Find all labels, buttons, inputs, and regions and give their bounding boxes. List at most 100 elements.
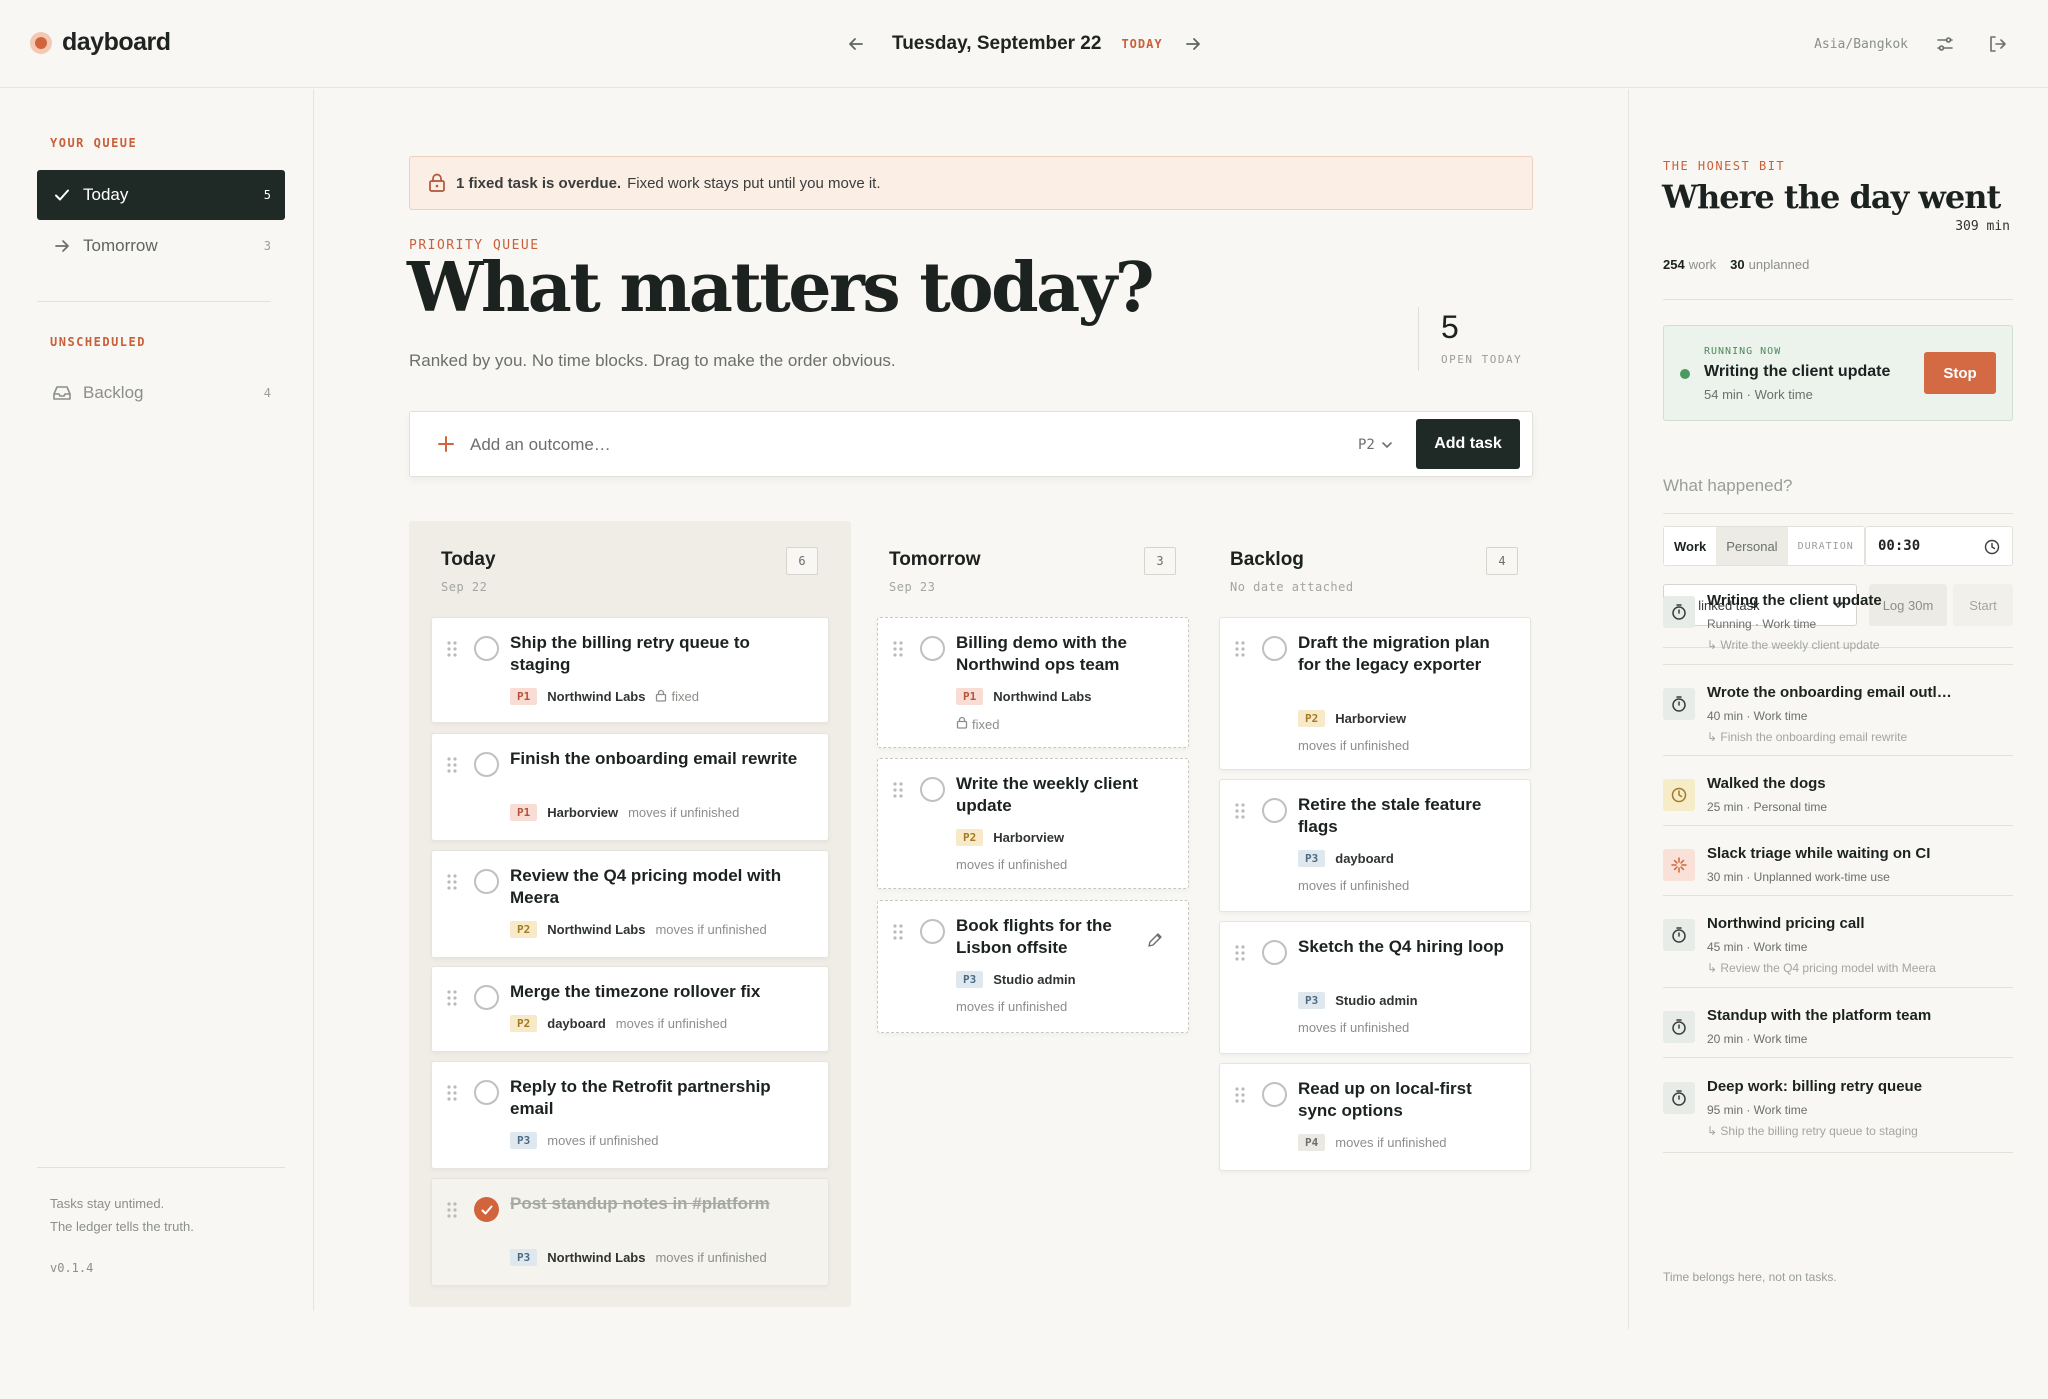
ledger-entry[interactable]: Writing the client update Running · Work… <box>1663 592 2013 652</box>
ledger-entry[interactable]: Walked the dogs 25 min · Personal time <box>1663 775 2013 835</box>
ledger-entry[interactable]: Slack triage while waiting on CI 30 min … <box>1663 845 2013 905</box>
task-complete-checkbox[interactable] <box>474 1197 499 1222</box>
drag-handle-icon[interactable] <box>446 1084 458 1102</box>
drag-handle-icon[interactable] <box>892 781 904 799</box>
priority-badge: P3 <box>510 1249 538 1266</box>
unplanned-label: unplanned <box>1748 257 1810 272</box>
column-title: Today <box>441 549 496 570</box>
drag-handle-icon[interactable] <box>446 873 458 891</box>
task-complete-checkbox[interactable] <box>474 1080 499 1105</box>
fixed-indicator: fixed <box>956 716 999 732</box>
task-complete-checkbox[interactable] <box>474 985 499 1010</box>
task-card[interactable]: Draft the migration plan for the legacy … <box>1219 617 1531 770</box>
running-indicator-icon <box>1680 369 1690 379</box>
next-day-button[interactable] <box>1177 28 1209 60</box>
ledger-footer: Time belongs here, not on tasks. <box>1663 1270 1837 1284</box>
priority-badge: P3 <box>1298 992 1326 1009</box>
task-card[interactable]: Book flights for the Lisbon offsite P3 St… <box>877 900 1189 1033</box>
entry-subtitle: 45 min · Work time <box>1707 940 1808 954</box>
task-complete-checkbox[interactable] <box>474 636 499 661</box>
task-card[interactable]: Billing demo with the Northwind ops team… <box>877 617 1189 748</box>
priority-select[interactable]: P2 <box>1358 432 1393 458</box>
settings-button[interactable] <box>1930 29 1960 59</box>
duration-field[interactable]: 00:30 <box>1865 526 2013 566</box>
client-label: Northwind Labs <box>547 1250 646 1265</box>
task-meta: P2 Harborview <box>1298 710 1406 727</box>
add-outcome-input[interactable] <box>470 430 1330 460</box>
pencil-icon[interactable] <box>1146 931 1164 949</box>
task-meta: P1 Northwind Labs fixed <box>510 688 699 705</box>
column-title: Backlog <box>1230 549 1304 570</box>
entry-divider <box>1663 755 2013 756</box>
ledger-entry[interactable]: Wrote the onboarding email outl… 40 min … <box>1663 684 2013 744</box>
drag-handle-icon[interactable] <box>892 640 904 658</box>
task-card[interactable]: Sketch the Q4 hiring loop P3 Studio admin… <box>1219 921 1531 1054</box>
sidebar-item-today[interactable]: Today 5 <box>37 170 285 220</box>
sidebar-item-count: 4 <box>263 386 271 400</box>
running-label: RUNNING NOW <box>1704 346 1782 357</box>
task-card[interactable]: Retire the stale feature flags P3 dayboar… <box>1219 779 1531 912</box>
entry-divider <box>1663 664 2013 665</box>
task-complete-checkbox[interactable] <box>920 777 945 802</box>
column-title: Tomorrow <box>889 549 981 570</box>
task-card[interactable]: Review the Q4 pricing model with Meera P… <box>431 850 829 958</box>
unplanned-minutes: 30 <box>1730 257 1745 272</box>
task-complete-checkbox[interactable] <box>474 869 499 894</box>
ledger-entry[interactable]: Northwind pricing call 45 min · Work tim… <box>1663 915 2013 975</box>
chevron-down-icon <box>1382 442 1392 449</box>
task-card[interactable]: Write the weekly client update P2 Harborv… <box>877 758 1189 889</box>
task-card[interactable]: Merge the timezone rollover fix P2 dayboa… <box>431 966 829 1052</box>
column-subtitle: Sep 23 <box>889 580 936 594</box>
drag-handle-icon[interactable] <box>1234 944 1246 962</box>
timezone-label[interactable]: Asia/Bangkok <box>1814 37 1908 52</box>
client-label: Studio admin <box>993 972 1076 987</box>
task-complete-checkbox[interactable] <box>1262 636 1287 661</box>
check-icon <box>51 184 73 206</box>
task-complete-checkbox[interactable] <box>1262 940 1287 965</box>
task-complete-checkbox[interactable] <box>920 636 945 661</box>
sidebar-item-backlog[interactable]: Backlog 4 <box>37 368 285 418</box>
page-title: What matters today? <box>407 248 1155 328</box>
entry-title: Wrote the onboarding email outl… <box>1707 684 1952 701</box>
task-card[interactable]: Ship the billing retry queue to staging … <box>431 617 829 723</box>
what-happened-input[interactable] <box>1663 476 2013 496</box>
overdue-banner: 1 fixed task is overdue. Fixed work stay… <box>409 156 1533 210</box>
previous-day-button[interactable] <box>840 28 872 60</box>
task-complete-checkbox[interactable] <box>1262 798 1287 823</box>
drag-handle-icon[interactable] <box>1234 640 1246 658</box>
entry-divider <box>1663 895 2013 896</box>
entry-divider <box>1663 987 2013 988</box>
stop-button[interactable]: Stop <box>1924 352 1996 394</box>
ledger-entry[interactable]: Deep work: billing retry queue 95 min · … <box>1663 1078 2013 1138</box>
drag-handle-icon[interactable] <box>892 923 904 941</box>
task-complete-checkbox[interactable] <box>920 919 945 944</box>
drag-handle-icon[interactable] <box>446 640 458 658</box>
app-logo[interactable]: dayboard <box>30 28 171 57</box>
work-toggle[interactable]: Work <box>1664 527 1717 565</box>
drag-handle-icon[interactable] <box>446 756 458 774</box>
drag-handle-icon[interactable] <box>1234 802 1246 820</box>
task-complete-checkbox[interactable] <box>1262 1082 1287 1107</box>
sign-out-button[interactable] <box>1982 29 2012 59</box>
task-card[interactable]: Read up on local-first sync options P4 mo… <box>1219 1063 1531 1171</box>
task-card[interactable]: Finish the onboarding email rewrite P1 Ha… <box>431 733 829 841</box>
task-card[interactable]: Post standup notes in #platform P3 Northw… <box>431 1178 829 1286</box>
task-complete-checkbox[interactable] <box>474 752 499 777</box>
drag-handle-icon[interactable] <box>1234 1086 1246 1104</box>
ledger-entry[interactable]: Standup with the platform team 20 min · … <box>1663 1007 2013 1067</box>
add-task-button[interactable]: Add task <box>1416 419 1520 469</box>
sidebar-item-label: Tomorrow <box>83 236 158 255</box>
entry-subtitle: 30 min · Unplanned work-time use <box>1707 870 1890 884</box>
drag-handle-icon[interactable] <box>446 1201 458 1219</box>
personal-toggle[interactable]: Personal <box>1716 527 1788 565</box>
stopwatch-icon <box>1663 919 1695 951</box>
fixed-indicator: fixed <box>655 689 699 705</box>
task-card[interactable]: Reply to the Retrofit partnership email … <box>431 1061 829 1169</box>
sidebar-item-tomorrow[interactable]: Tomorrow 3 <box>37 221 285 271</box>
priority-badge: P2 <box>1298 710 1326 727</box>
duration-label: DURATION <box>1787 527 1864 565</box>
entry-title: Writing the client update <box>1707 592 1882 609</box>
column-count: 3 <box>1144 547 1176 575</box>
drag-handle-icon[interactable] <box>446 989 458 1007</box>
task-meta: P1 Northwind Labs <box>956 688 1091 705</box>
